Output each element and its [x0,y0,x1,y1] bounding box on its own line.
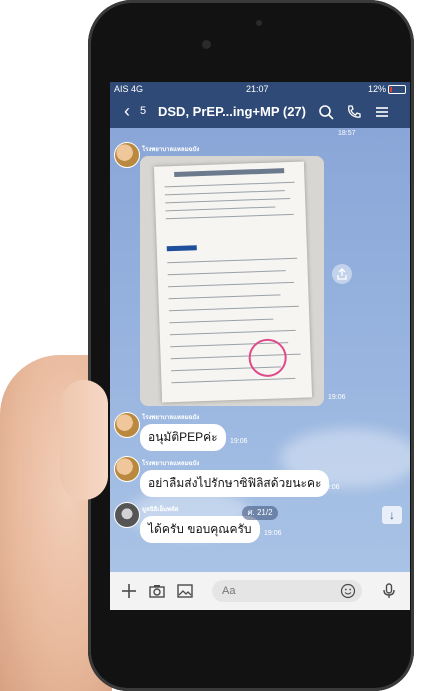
avatar[interactable] [114,142,140,168]
front-camera [202,40,211,49]
message-time: 18:57 [338,130,356,137]
date-separator: ศ. 21/2 [242,506,278,520]
doc-line [168,281,295,288]
doc-line [167,270,286,276]
message-field[interactable] [212,580,362,602]
doc-line [169,329,296,336]
share-icon[interactable] [332,264,352,284]
carrier: AIS 4G [114,84,144,94]
menu-icon[interactable] [374,104,390,120]
arrow-down-icon[interactable]: ↓ [382,506,402,524]
sender-name: มูลนิธิเอ็มพลัส [142,507,179,513]
doc-line [164,190,285,196]
message-time: 19:06 [230,438,248,445]
battery-percent: 12% [367,84,386,94]
doc-logo [166,245,197,252]
avatar[interactable] [114,456,140,482]
doc-line [171,377,296,384]
message-bubble[interactable]: อย่าลืมส่งไปรักษาซิฟิลิสด้วยนะคะ [140,470,330,497]
sender-name: โรงพยาบาลแหลมฉบัง [142,461,200,467]
input-bar [110,572,410,610]
doc-header [174,168,285,177]
chat-title[interactable]: DSD, PrEP...ing+MP (27) [158,104,306,119]
message-time: 19:06 [322,484,340,491]
mic-icon[interactable] [380,582,398,600]
message-input[interactable] [212,580,332,602]
chevron-left-icon[interactable]: ‹ [124,102,130,120]
back-count[interactable]: 5 [140,105,146,117]
doc-line [165,206,276,212]
doc-line [168,294,281,300]
doc-line [167,257,298,264]
doc-line [164,181,295,188]
speaker [256,20,262,26]
camera-icon[interactable] [148,582,166,600]
doc-line [165,197,291,204]
doc-line [169,318,274,324]
sender-name: โรงพยาบาลแหลมฉบัง [142,147,200,153]
avatar[interactable] [114,412,140,438]
phone-screen: AIS 4G 21:07 12% ‹ 5 DSD, PrEP...ing+MP … [110,82,410,610]
image-icon[interactable] [176,582,194,600]
pen-circle-mark [248,338,288,378]
shared-photo[interactable] [140,156,324,406]
photo-time: 19:06 [328,394,346,401]
status-bar: AIS 4G 21:07 12% [110,82,410,96]
doc-line [168,305,299,312]
search-icon[interactable] [318,104,334,120]
message-time: 19:06 [264,530,282,537]
phone-icon[interactable] [346,104,362,120]
chat-header: ‹ 5 DSD, PrEP...ing+MP (27) [110,96,410,128]
smile-icon[interactable] [340,583,356,599]
plus-icon[interactable] [120,582,138,600]
message-bubble[interactable]: ได้ครับ ขอบคุณครับ [140,516,260,543]
sender-name: โรงพยาบาลแหลมฉบัง [142,415,200,421]
doc-line [165,213,294,220]
thumb [60,380,108,500]
clock: 21:07 [246,84,269,94]
battery-icon [388,85,406,94]
avatar[interactable] [114,502,140,528]
message-bubble[interactable]: อนุมัติPEPค่ะ [140,424,226,451]
document-image [153,161,313,403]
